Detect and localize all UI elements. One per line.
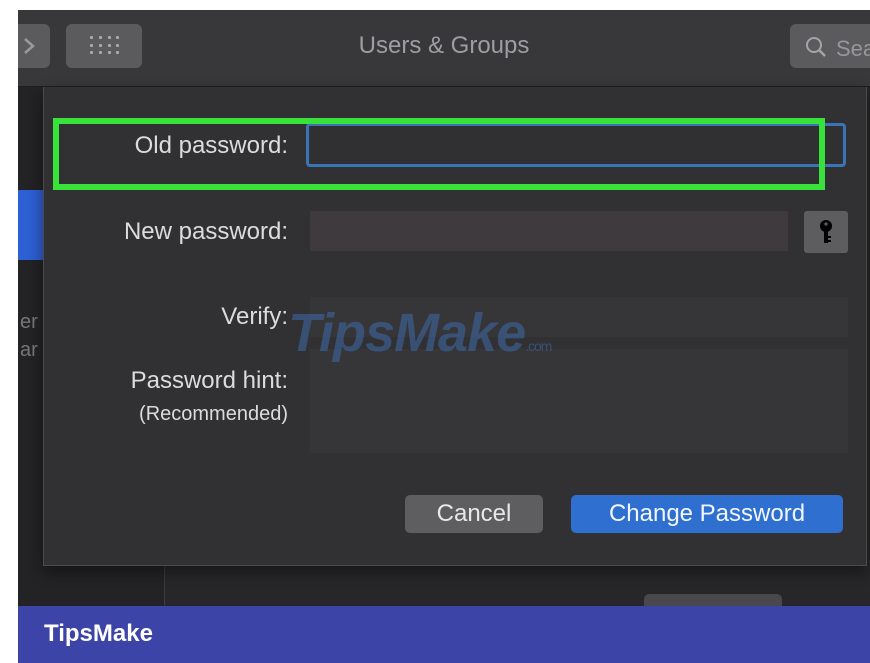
recommended-label: (Recommended) — [139, 403, 288, 425]
footer-brand: TipsMake — [44, 620, 153, 647]
sidebar-selected-item[interactable] — [18, 190, 46, 260]
new-password-label: New password: — [123, 218, 288, 245]
sidebar-partial-text: er ar — [20, 311, 38, 361]
watermark-text: TipsMake — [288, 303, 526, 363]
left-margin — [0, 0, 18, 663]
cancel-button[interactable]: Cancel — [405, 495, 543, 533]
new-password-field[interactable] — [310, 211, 788, 251]
password-hint-label: Password hint: — [130, 367, 288, 394]
key-icon — [820, 220, 832, 243]
top-margin — [0, 0, 870, 10]
window-title: Users & Groups — [358, 32, 530, 59]
new-password-highlight — [53, 118, 825, 190]
search-field[interactable]: Sea — [790, 24, 870, 68]
search-placeholder: Sea — [836, 36, 870, 61]
background-button[interactable] — [644, 594, 782, 606]
screen: Users & Groups Sea er ar Old password: N… — [18, 10, 870, 606]
watermark: TipsMake.com — [288, 302, 552, 364]
title-bar: Users & Groups Sea — [18, 10, 870, 87]
password-hint-field[interactable] — [310, 349, 848, 453]
verify-label: Verify: — [221, 303, 288, 330]
password-assistant-button[interactable] — [804, 211, 848, 253]
search-icon — [806, 37, 826, 57]
watermark-suffix: .com — [525, 338, 552, 354]
change-password-button[interactable]: Change Password — [571, 495, 843, 533]
